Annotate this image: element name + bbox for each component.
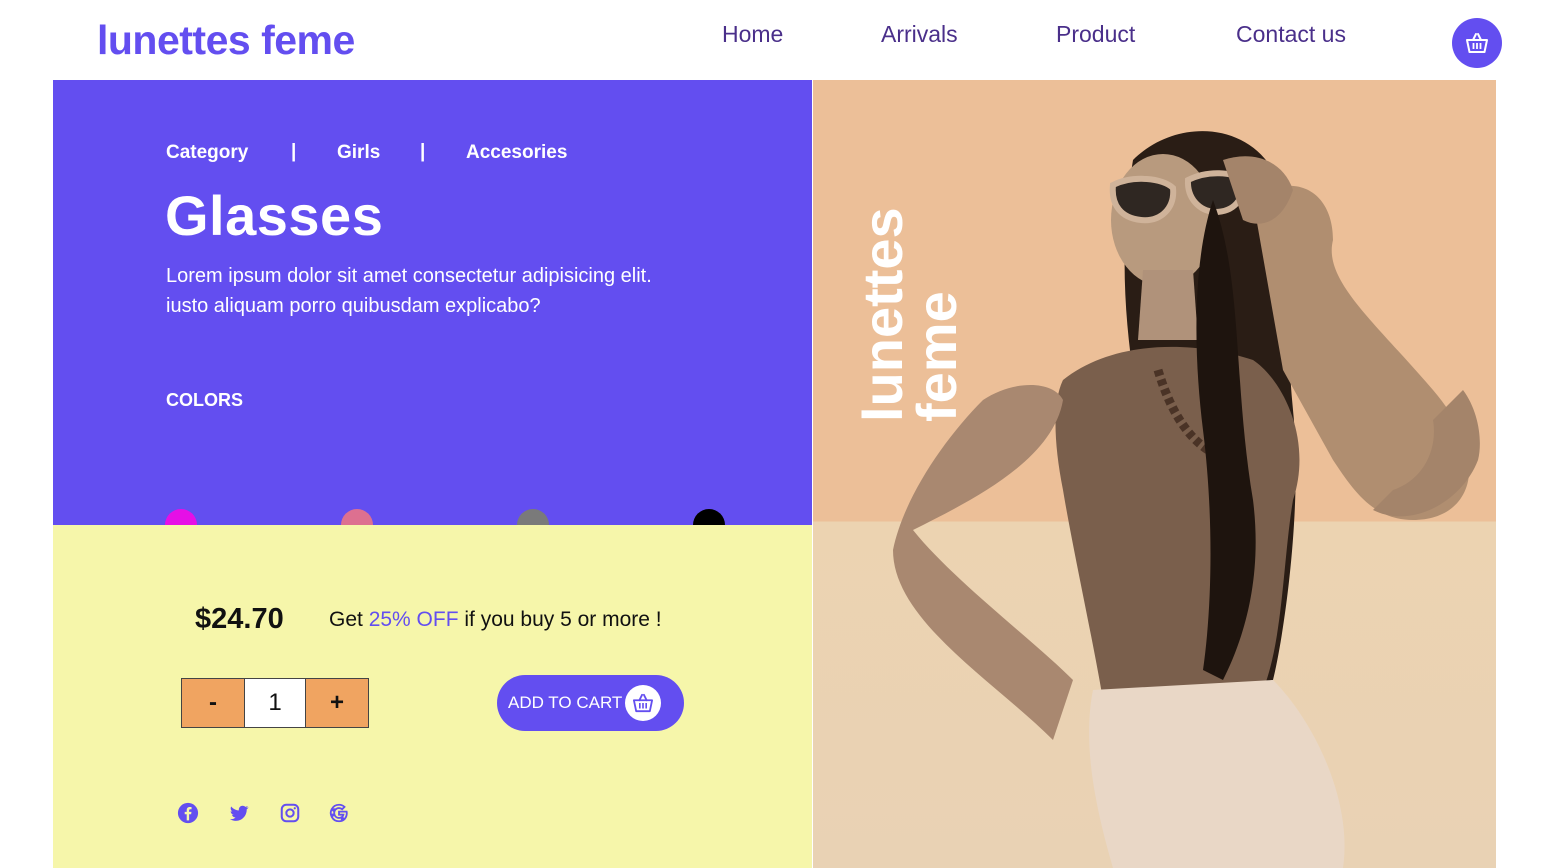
promo-text: Get 25% OFF if you buy 5 or more ! <box>329 608 662 632</box>
basket-icon <box>1466 33 1488 53</box>
nav-arrivals[interactable]: Arrivals <box>881 21 958 48</box>
breadcrumb-separator: | <box>291 141 297 162</box>
colors-label: COLORS <box>166 390 244 410</box>
product-description: Lorem ipsum dolor sit amet consectetur a… <box>166 261 756 321</box>
add-to-cart-label: ADD TO CART <box>508 693 623 712</box>
add-to-cart-button[interactable]: ADD TO CART <box>497 675 684 731</box>
google-icon[interactable] <box>328 802 350 824</box>
nav-contact[interactable]: Contact us <box>1236 21 1346 48</box>
purchase-panel <box>53 525 812 868</box>
cart-button[interactable] <box>1452 18 1502 68</box>
quantity-stepper: - 1 + <box>181 678 369 728</box>
breadcrumb-category[interactable]: Category <box>166 142 248 164</box>
breadcrumb-separator: | <box>420 141 426 162</box>
instagram-icon[interactable] <box>279 802 301 824</box>
brand-logo[interactable]: lunettes feme <box>97 17 355 64</box>
hero-photo: lunettes feme <box>813 80 1496 868</box>
promo-discount: 25% OFF <box>368 608 459 631</box>
breadcrumb-girls[interactable]: Girls <box>337 142 380 164</box>
facebook-icon[interactable] <box>177 802 199 824</box>
vertical-brand-text: lunettes feme <box>851 207 968 422</box>
nav-product[interactable]: Product <box>1056 21 1135 48</box>
promo-prefix: Get <box>329 608 369 631</box>
description-line: iusto aliquam porro quibusdam explicabo? <box>166 295 541 317</box>
nav-home[interactable]: Home <box>722 21 783 48</box>
quantity-decrease-button[interactable]: - <box>182 679 244 727</box>
breadcrumb-accesories[interactable]: Accesories <box>466 142 567 164</box>
twitter-icon[interactable] <box>228 802 250 824</box>
vertical-brand-word: feme <box>905 291 968 422</box>
description-line: Lorem ipsum dolor sit amet consectetur a… <box>166 265 652 287</box>
product-title: Glasses <box>165 184 384 247</box>
promo-suffix: if you buy 5 or more ! <box>458 608 662 631</box>
quantity-increase-button[interactable]: + <box>306 679 368 727</box>
quantity-input[interactable]: 1 <box>244 679 306 727</box>
product-price: $24.70 <box>195 603 284 635</box>
basket-icon <box>625 685 661 721</box>
